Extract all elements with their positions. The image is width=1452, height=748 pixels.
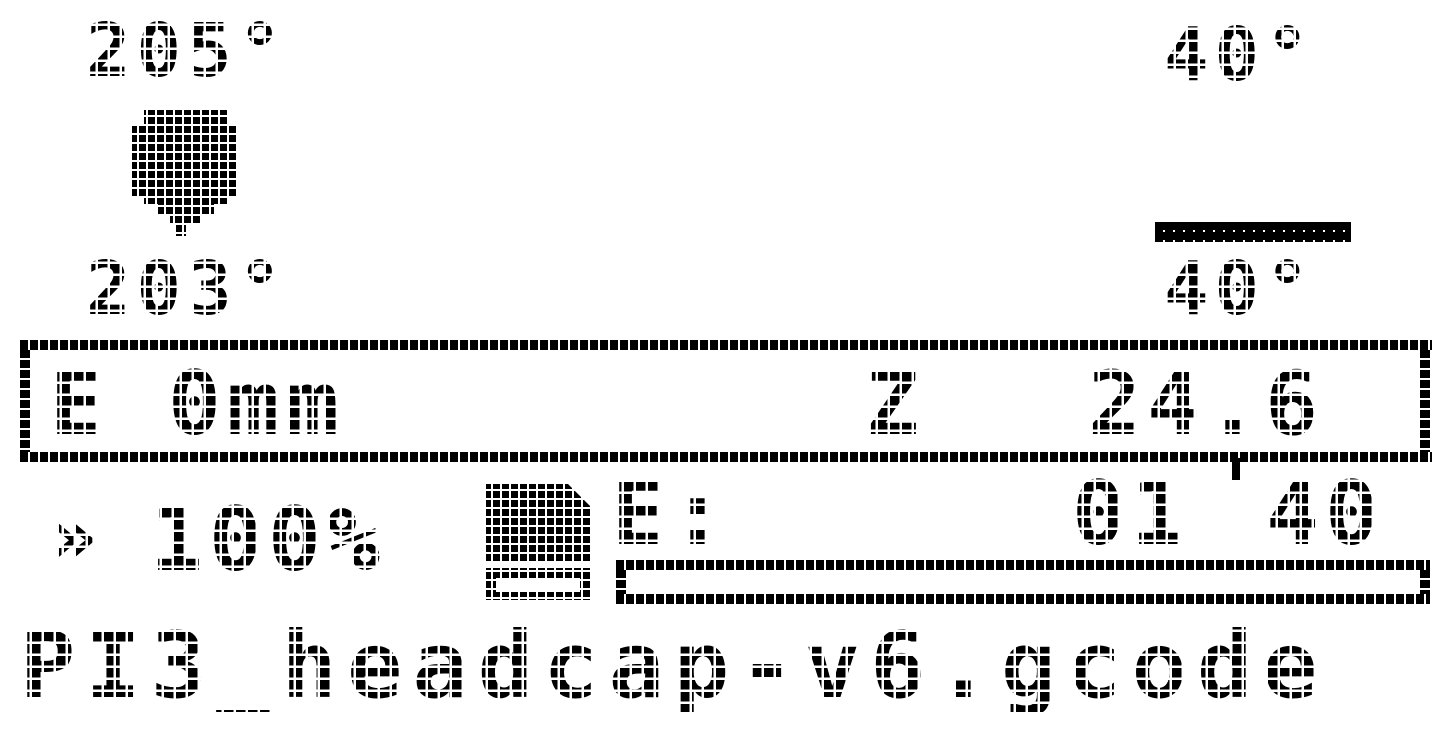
nozzle-icon	[132, 110, 238, 236]
elapsed-label: E:	[612, 462, 730, 565]
bed-current-temp: 40°	[1164, 246, 1316, 332]
feedrate-value: 100%	[150, 488, 386, 591]
sd-card-icon	[486, 484, 590, 600]
hotend-current-temp: 203°	[86, 246, 289, 332]
hotend-target-temp: 205°	[86, 8, 289, 94]
feedrate-arrows-icon: »	[52, 494, 103, 580]
z-label: Z	[866, 352, 925, 455]
bed-target-temp: 40°	[1164, 12, 1316, 98]
elapsed-colon	[1232, 458, 1240, 480]
z-value: 24.6	[1088, 352, 1324, 455]
bed-icon	[1155, 222, 1351, 242]
extruder-position: E 0mm	[50, 360, 345, 448]
elapsed-minutes: 40	[1266, 462, 1384, 565]
extruder-label: E	[50, 352, 109, 455]
elapsed-hours: 01	[1072, 462, 1190, 565]
extruder-value: 0mm	[167, 352, 345, 455]
filename: PI3_headcap-v6.gcode	[20, 612, 1328, 719]
